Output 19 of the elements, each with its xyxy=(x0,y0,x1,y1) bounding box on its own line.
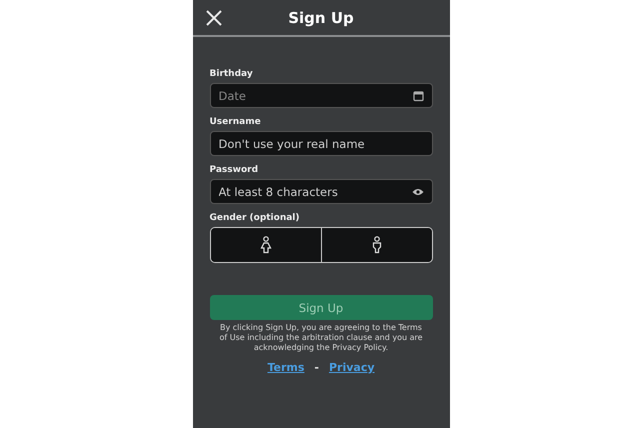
terms-notice: By clicking Sign Up, you are agreeing to the Terms of Use including the arbitration clause and you are acknowledging the Privacy Policy. xyxy=(218,323,424,353)
link-separator: - xyxy=(314,361,319,374)
input-field[interactable]: Date xyxy=(210,83,432,108)
field-label: Password xyxy=(210,165,260,175)
input-field[interactable]: At least 8 characters xyxy=(210,179,432,204)
eye-icon[interactable] xyxy=(412,188,424,196)
field-label: Gender (optional) xyxy=(210,213,301,223)
gender-button[interactable] xyxy=(320,228,432,262)
window-title: Sign Up xyxy=(288,8,354,26)
terms-link[interactable]: Terms xyxy=(267,361,304,374)
close-button[interactable] xyxy=(204,9,222,27)
close-icon xyxy=(204,9,222,27)
input-field[interactable]: Don't use your real name xyxy=(210,131,432,156)
field-label: Username xyxy=(210,117,262,127)
male-figure-icon xyxy=(370,236,382,254)
privacy-link[interactable]: Privacy xyxy=(328,361,375,374)
calendar-icon xyxy=(412,90,424,101)
field-label: Birthday xyxy=(210,69,254,79)
female-figure-icon xyxy=(260,236,272,254)
